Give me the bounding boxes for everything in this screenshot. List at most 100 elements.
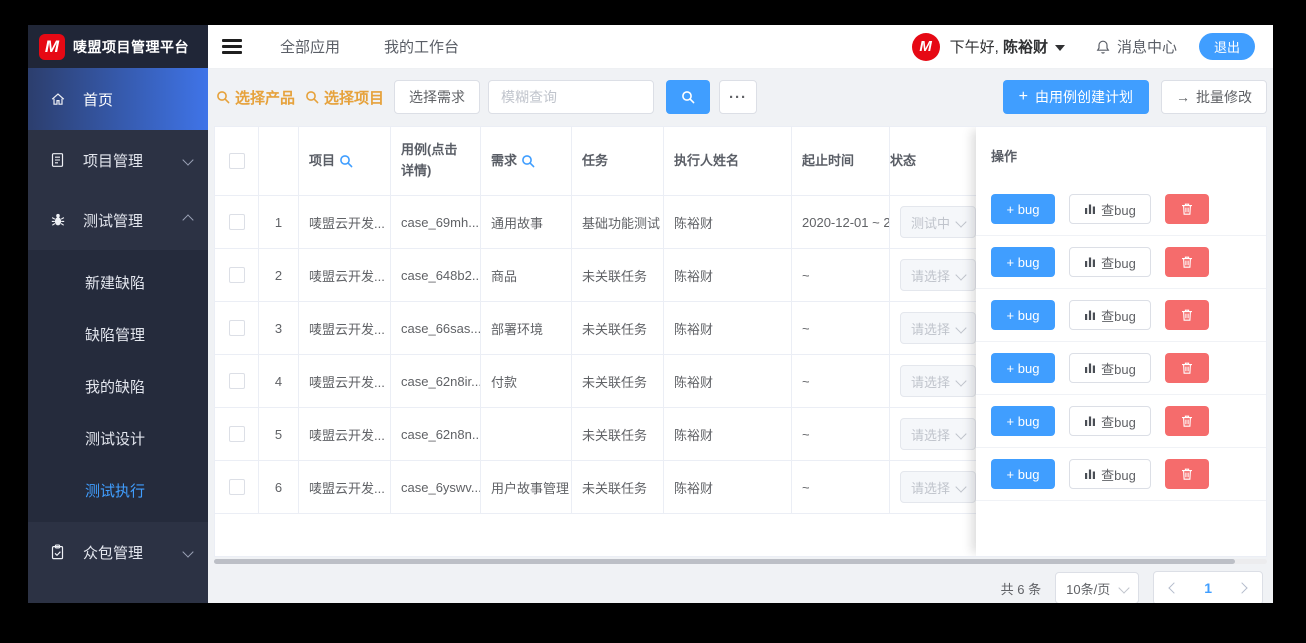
status-select[interactable]: 请选择 — [900, 365, 976, 397]
delete-button[interactable] — [1165, 459, 1209, 489]
sidebar-item-test[interactable]: 测试管理 — [28, 190, 208, 250]
more-button[interactable]: ··· — [719, 80, 758, 114]
sidebar-item-label: 项目管理 — [83, 152, 144, 170]
bell-icon — [1095, 39, 1111, 55]
user-greeting[interactable]: 下午好, 陈裕财 — [950, 36, 1048, 57]
status-select[interactable]: 请选择 — [900, 312, 976, 344]
create-plan-button[interactable]: + 由用例创建计划 — [1002, 80, 1149, 114]
select-product-link[interactable]: 选择产品 — [216, 87, 295, 108]
add-bug-button[interactable]: + bug — [991, 406, 1055, 436]
view-bug-button[interactable]: 查bug — [1069, 353, 1151, 383]
trash-icon — [1180, 308, 1194, 322]
delete-button[interactable] — [1165, 194, 1209, 224]
trash-icon — [1180, 202, 1194, 216]
message-center-link[interactable]: 消息中心 — [1095, 36, 1177, 57]
next-page-icon[interactable] — [1236, 582, 1248, 594]
project-cell: 唛盟云开发... — [299, 408, 391, 460]
select-all-cell — [215, 127, 259, 195]
add-bug-button[interactable]: + bug — [991, 300, 1055, 330]
date-range-cell: ~ — [792, 408, 890, 460]
sidebar-subitem[interactable]: 测试执行 — [28, 464, 208, 516]
app-logo: M — [39, 33, 65, 60]
hamburger-menu-icon[interactable] — [222, 39, 242, 54]
app-window: M 唛盟项目管理平台 首页 项目管理 测试管理 新建缺陷 缺陷管理 我的缺陷 测试设计 测试执… — [28, 25, 1273, 603]
logout-button[interactable]: 退出 — [1198, 33, 1255, 60]
sidebar-item-partial[interactable] — [28, 582, 208, 603]
executor-cell: 陈裕财 — [664, 196, 792, 248]
current-page[interactable]: 1 — [1204, 580, 1212, 596]
case-cell[interactable]: case_62n8ir... — [391, 355, 481, 407]
row-checkbox[interactable] — [228, 426, 245, 442]
sidebar-subitem[interactable]: 新建缺陷 — [28, 256, 208, 308]
avatar[interactable]: M — [911, 32, 940, 61]
actions-column-header: 操作 — [991, 148, 1018, 164]
select-all-checkbox[interactable] — [228, 153, 245, 169]
add-bug-button[interactable]: + bug — [991, 247, 1055, 277]
toolbar: 选择产品 选择项目 选择需求 ··· + 由用例创建计划 → 批量修改 — [208, 69, 1273, 126]
page-size-select[interactable]: 10条/页 — [1055, 572, 1140, 603]
row-checkbox[interactable] — [228, 320, 245, 336]
row-checkbox[interactable] — [228, 214, 245, 230]
view-bug-button[interactable]: 查bug — [1069, 459, 1151, 489]
sidebar-subitem[interactable]: 我的缺陷 — [28, 360, 208, 412]
column-header: 需求 — [481, 127, 572, 195]
view-bug-button[interactable]: 查bug — [1069, 406, 1151, 436]
task-cell: 基础功能测试 — [572, 196, 664, 248]
delete-button[interactable] — [1165, 353, 1209, 383]
delete-button[interactable] — [1165, 247, 1209, 277]
status-select[interactable]: 请选择 — [900, 471, 976, 503]
add-bug-button[interactable]: + bug — [991, 353, 1055, 383]
batch-edit-button[interactable]: → 批量修改 — [1161, 80, 1267, 114]
column-search-icon[interactable] — [339, 154, 353, 168]
case-cell[interactable]: case_6yswv... — [391, 461, 481, 513]
view-bug-button[interactable]: 查bug — [1069, 247, 1151, 277]
column-header: 项目 — [299, 127, 391, 195]
add-bug-button[interactable]: + bug — [991, 194, 1055, 224]
search-icon — [305, 90, 319, 104]
project-cell: 唛盟云开发... — [299, 461, 391, 513]
add-bug-button[interactable]: + bug — [991, 459, 1055, 489]
scrollbar-thumb[interactable] — [214, 559, 1236, 564]
username: 陈裕财 — [1002, 39, 1048, 56]
search-button[interactable] — [666, 80, 711, 114]
case-cell[interactable]: case_69mh... — [391, 196, 481, 248]
prev-page-icon[interactable] — [1168, 582, 1180, 594]
column-header: 用例(点击详情) — [391, 127, 481, 195]
status-select[interactable]: 请选择 — [900, 259, 976, 291]
status-select[interactable]: 请选择 — [900, 418, 976, 450]
tab-all-apps[interactable]: 全部应用 — [280, 36, 340, 57]
case-cell[interactable]: case_66sas... — [391, 302, 481, 354]
select-project-link[interactable]: 选择项目 — [305, 87, 384, 108]
column-search-icon[interactable] — [521, 154, 535, 168]
row-checkbox[interactable] — [228, 479, 245, 495]
sidebar-subitem[interactable]: 缺陷管理 — [28, 308, 208, 360]
project-cell: 唛盟云开发... — [299, 196, 391, 248]
chevron-down-icon — [955, 481, 967, 493]
sidebar-item-project[interactable]: 项目管理 — [28, 130, 208, 190]
row-checkbox[interactable] — [228, 267, 245, 283]
select-requirement-button[interactable]: 选择需求 — [394, 80, 481, 114]
row-actions: + bug 查bug — [976, 395, 1266, 448]
delete-button[interactable] — [1165, 406, 1209, 436]
row-actions: + bug 查bug — [976, 236, 1266, 289]
pager: 1 — [1153, 571, 1263, 603]
executor-cell: 陈裕财 — [664, 408, 792, 460]
sidebar-item-label: 众包管理 — [83, 544, 144, 562]
view-bug-button[interactable]: 查bug — [1069, 300, 1151, 330]
case-cell[interactable]: case_648b2... — [391, 249, 481, 301]
sidebar-item-home[interactable]: 首页 — [28, 68, 208, 130]
row-checkbox[interactable] — [228, 373, 245, 389]
fuzzy-search-input[interactable] — [488, 80, 655, 114]
user-dropdown-caret-icon[interactable] — [1054, 44, 1065, 51]
horizontal-scrollbar[interactable] — [214, 559, 1267, 564]
status-select[interactable]: 测试中 — [900, 206, 976, 238]
delete-button[interactable] — [1165, 300, 1209, 330]
topbar: 全部应用 我的工作台 M 下午好, 陈裕财 消息中心 退出 — [208, 25, 1273, 69]
sidebar-subitem[interactable]: 测试设计 — [28, 412, 208, 464]
sidebar-item-crowd[interactable]: 众包管理 — [28, 522, 208, 582]
column-header: 任务 — [572, 127, 664, 195]
view-bug-button[interactable]: 查bug — [1069, 194, 1151, 224]
sidebar-item-label: 测试管理 — [83, 212, 144, 230]
case-cell[interactable]: case_62n8n... — [391, 408, 481, 460]
tab-my-workspace[interactable]: 我的工作台 — [384, 36, 459, 57]
